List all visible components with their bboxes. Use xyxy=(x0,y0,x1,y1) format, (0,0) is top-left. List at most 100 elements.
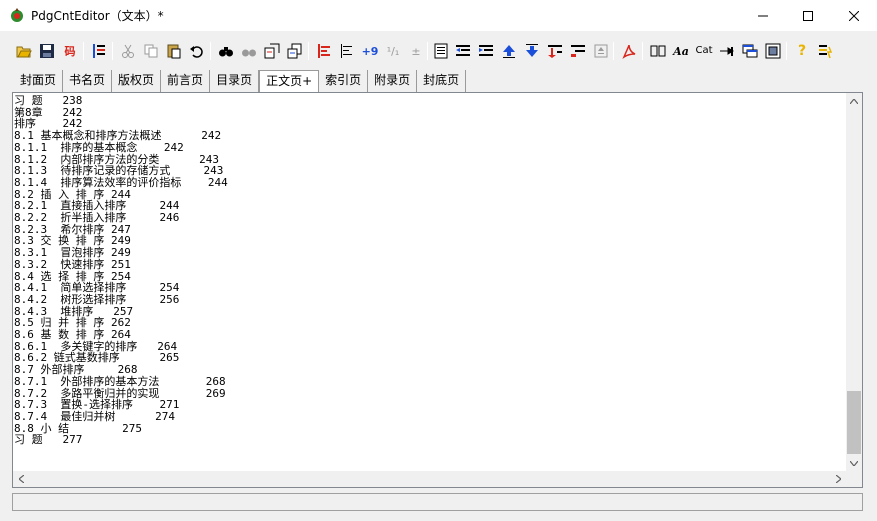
page-number-align-icon: ¹/₁ xyxy=(386,44,400,58)
text-line[interactable]: 8.7.4 最佳归并树 274 xyxy=(14,411,847,423)
open-button[interactable] xyxy=(14,41,34,61)
tab-index[interactable]: 索引页 xyxy=(319,70,369,92)
page-icon xyxy=(434,43,448,59)
tab-preface[interactable]: 前言页 xyxy=(161,70,211,92)
export-button[interactable] xyxy=(763,41,783,61)
editor-content[interactable]: 习 题 238 第8章 242 排序 242 8.1 基本概念和排序方法概述 242 8… xyxy=(14,95,847,473)
bookmark-tree-button[interactable] xyxy=(89,41,109,61)
paste-button[interactable] xyxy=(164,41,184,61)
window-button[interactable] xyxy=(740,41,760,61)
help-icon: ? xyxy=(797,43,807,59)
text-line[interactable]: 8.4.3 堆排序 257 xyxy=(14,305,847,318)
chevron-up-icon xyxy=(850,98,858,104)
horizontal-scrollbar[interactable] xyxy=(13,471,846,487)
align-list-button[interactable] xyxy=(337,41,357,61)
find-next-page-button[interactable] xyxy=(285,41,305,61)
open-folder-icon xyxy=(16,46,32,58)
title-bar: PdgCntEditor（文本）* xyxy=(0,0,877,31)
tab-contents[interactable]: 目录页 xyxy=(210,70,260,92)
encoding-button[interactable]: 码 xyxy=(60,41,80,61)
collapse-button[interactable] xyxy=(591,41,611,61)
about-button[interactable] xyxy=(815,41,835,61)
minimize-button[interactable] xyxy=(740,0,786,31)
window-title: PdgCntEditor（文本）* xyxy=(31,9,164,23)
text-line[interactable]: 8.5 归 并 排 序 262 xyxy=(14,317,847,329)
text-line[interactable]: 习 题 238 xyxy=(14,95,847,107)
find-icon xyxy=(219,47,233,57)
align-left-button[interactable] xyxy=(314,41,334,61)
move-down-icon xyxy=(526,44,538,57)
page-number-icon: +9 xyxy=(361,44,379,58)
help-button[interactable]: ? xyxy=(792,41,812,61)
text-line[interactable]: 8.4.2 树形选择排序 256 xyxy=(14,294,847,306)
cut-button[interactable] xyxy=(118,41,138,61)
indent-button[interactable] xyxy=(476,41,496,61)
tab-appendix[interactable]: 附录页 xyxy=(368,70,418,92)
pdf-button[interactable] xyxy=(619,41,639,61)
close-button[interactable] xyxy=(831,0,877,31)
find-page-icon xyxy=(264,43,280,59)
page-type-tabs: 封面页 书名页 版权页 前言页 目录页 正文页+ 索引页 附录页 封底页 xyxy=(14,70,467,92)
maximize-button[interactable] xyxy=(785,0,831,31)
undo-button[interactable] xyxy=(187,41,207,61)
find-replace-button[interactable] xyxy=(239,41,259,61)
save-button[interactable] xyxy=(37,41,57,61)
text-editor[interactable]: 习 题 238 第8章 242 排序 242 8.1 基本概念和排序方法概述 242 8… xyxy=(12,92,863,488)
text-line[interactable]: 8.6 基 数 排 序 264 xyxy=(14,329,847,341)
text-line[interactable]: 习 题 277 xyxy=(14,434,847,446)
page-button[interactable] xyxy=(431,41,451,61)
chevron-down-icon xyxy=(850,460,858,466)
tab-body[interactable]: 正文页+ xyxy=(259,70,320,92)
page-number-button[interactable]: +9 xyxy=(360,41,380,61)
link-button[interactable] xyxy=(717,41,737,61)
text-line[interactable]: 8.3.2 快速排序 251 xyxy=(14,259,847,271)
scroll-left-button[interactable] xyxy=(13,471,29,487)
scroll-up-button[interactable] xyxy=(846,93,862,109)
find-page-button[interactable] xyxy=(262,41,282,61)
text-line[interactable]: 8.1.1 排序的基本概念 242 xyxy=(14,142,847,154)
scroll-right-button[interactable] xyxy=(830,471,846,487)
text-line[interactable]: 8.2.3 希尔排序 247 xyxy=(14,224,847,236)
level-down-icon xyxy=(548,45,562,58)
plus-minus-icon: ± xyxy=(411,44,421,58)
text-line[interactable]: 8.2.2 折半插入排序 246 xyxy=(14,212,847,224)
level-up-button[interactable] xyxy=(568,41,588,61)
move-down-button[interactable] xyxy=(522,41,542,61)
vertical-scroll-thumb[interactable] xyxy=(847,391,861,454)
tab-title-page[interactable]: 书名页 xyxy=(63,70,113,92)
cut-icon xyxy=(122,44,134,58)
catalog-icon: Cat xyxy=(695,45,713,56)
tab-cover[interactable]: 封面页 xyxy=(14,70,64,92)
columns-button[interactable] xyxy=(648,41,668,61)
tab-back-cover[interactable]: 封底页 xyxy=(417,70,467,92)
move-up-button[interactable] xyxy=(499,41,519,61)
font-button[interactable]: Aa xyxy=(671,41,691,61)
level-down-button[interactable] xyxy=(545,41,565,61)
find-button[interactable] xyxy=(216,41,236,61)
text-line[interactable]: 第8章 242 xyxy=(14,106,847,119)
copy-button[interactable] xyxy=(141,41,161,61)
text-line[interactable]: 8.3.1 冒泡排序 249 xyxy=(14,247,847,259)
text-line[interactable]: 8.1.4 排序算法效率的评价指标 244 xyxy=(14,177,847,189)
catalog-button[interactable]: Cat xyxy=(694,41,714,61)
tab-copyright[interactable]: 版权页 xyxy=(112,70,162,92)
indent-icon xyxy=(479,45,493,56)
scroll-down-button[interactable] xyxy=(846,455,862,471)
text-line[interactable]: 8.3 交 换 排 序 249 xyxy=(14,235,847,247)
toolbar: 码 +9 ¹/₁ ± Aa Cat ? xyxy=(0,38,877,66)
copy-icon xyxy=(144,44,158,58)
outdent-button[interactable] xyxy=(453,41,473,61)
text-line[interactable]: 8.7.1 外部排序的基本方法 268 xyxy=(14,376,847,388)
text-line[interactable]: 8.8 小 结 275 xyxy=(14,422,847,435)
outdent-icon xyxy=(456,45,470,56)
maximize-icon xyxy=(803,10,813,21)
move-up-icon xyxy=(503,45,515,58)
font-icon: Aa xyxy=(673,44,689,58)
page-number-align-button[interactable]: ¹/₁ xyxy=(383,41,403,61)
plus-minus-button[interactable]: ± xyxy=(406,41,426,61)
vertical-scrollbar[interactable] xyxy=(846,93,862,471)
text-line[interactable]: 8.6.2 链式基数排序 265 xyxy=(14,352,847,364)
about-icon xyxy=(819,45,833,59)
find-replace-icon xyxy=(242,49,256,57)
bookmark-tree-icon xyxy=(93,44,105,58)
